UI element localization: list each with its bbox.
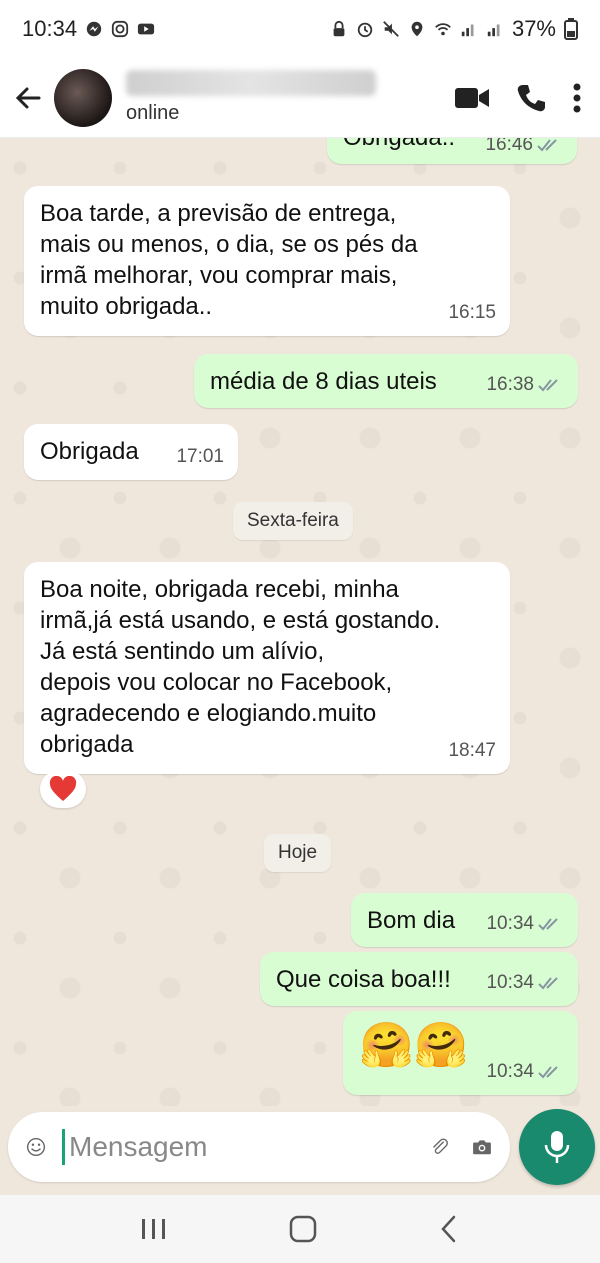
chat-header: online [0,58,600,138]
alarm-icon [357,22,373,38]
read-ticks-icon [538,917,558,930]
back-nav-icon[interactable] [437,1214,461,1244]
mic-icon [544,1131,570,1163]
date-chip: Sexta-feira [233,502,353,540]
contact-info[interactable]: online [126,63,376,133]
read-ticks-icon [538,378,558,391]
phone-icon[interactable] [516,83,546,113]
message-outgoing[interactable]: Que coisa boa!!! 10:34 [260,952,578,1006]
message-outgoing[interactable]: média de 8 dias uteis 16:38 [194,354,578,408]
message-time: 16:38 [486,374,534,395]
message-time: 10:34 [486,972,534,993]
location-icon [411,21,423,37]
message-outgoing[interactable]: 🤗🤗 10:34 [343,1011,578,1095]
read-ticks-icon [537,138,557,151]
heart-icon [49,776,77,801]
read-ticks-icon [538,976,558,989]
battery-percent: 37% [511,16,556,41]
attach-icon[interactable] [430,1129,450,1165]
message-reaction[interactable] [40,770,86,808]
back-button[interactable] [4,74,52,122]
battery-icon [564,18,578,40]
camera-icon[interactable] [472,1131,492,1163]
home-icon[interactable] [288,1214,318,1244]
message-input-bar [8,1112,510,1182]
emoji-icon[interactable] [26,1129,46,1165]
message-incoming[interactable]: Obrigada 17:01 [24,424,238,480]
message-time: 16:15 [448,302,496,323]
message-outgoing[interactable]: Bom dia 10:34 [351,893,578,947]
message-text: Boa tarde, a previsão de entrega, mais o… [40,200,418,320]
message-text: Boa noite, obrigada recebi, minha irmã,j… [40,576,441,758]
system-nav-bar [0,1195,600,1263]
message-input[interactable] [62,1129,430,1165]
message-time: 18:47 [448,740,496,761]
status-time: 10:34 [22,16,78,41]
youtube-icon [137,23,155,35]
date-chip: Hoje [264,834,332,872]
mute-icon [383,21,399,37]
wifi-icon [435,23,451,36]
signal-icon [487,24,500,37]
lock-icon [333,20,345,37]
message-incoming[interactable]: Boa noite, obrigada recebi, minha irmã,j… [24,562,510,774]
message-outgoing[interactable]: Obrigada.. 16:46 [327,138,577,164]
message-time: 17:01 [176,446,224,467]
mic-button[interactable] [519,1109,595,1185]
video-call-icon[interactable] [454,85,490,111]
contact-name-blurred [126,70,376,96]
chat-area[interactable]: Obrigada.. 16:46 Boa tarde, a previsão d… [0,138,600,1106]
contact-status: online [126,102,180,124]
instagram-icon [111,20,129,38]
messenger-icon [86,21,102,37]
contact-avatar[interactable] [54,68,112,127]
read-ticks-icon [538,1065,558,1078]
message-time: 10:34 [486,913,534,934]
message-time: 10:34 [486,1061,534,1082]
message-incoming[interactable]: Boa tarde, a previsão de entrega, mais o… [24,186,510,336]
message-time: 16:46 [485,138,533,155]
signal-icon [461,24,474,37]
recent-apps-icon[interactable] [139,1216,169,1242]
status-bar: 10:34 37% [0,0,600,58]
more-vert-icon[interactable] [572,83,582,113]
back-arrow-icon [15,87,41,108]
